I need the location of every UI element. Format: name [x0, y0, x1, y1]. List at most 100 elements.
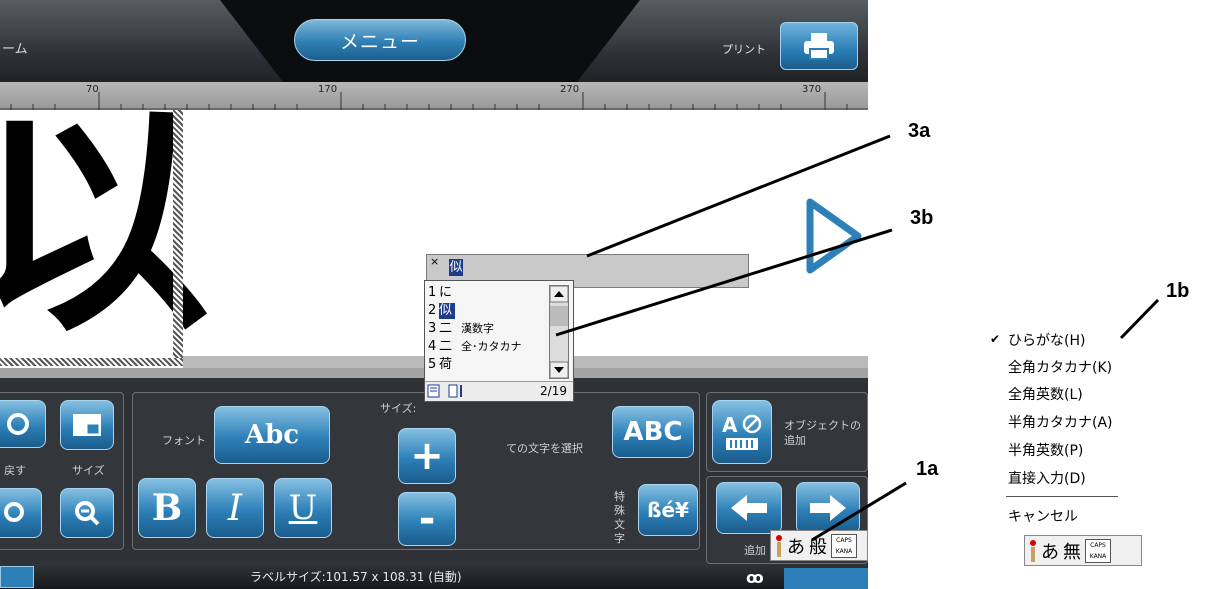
bold-button[interactable]: B: [138, 478, 196, 538]
ime-close-icon[interactable]: ×: [430, 255, 439, 268]
candidate-number: 1: [428, 285, 437, 300]
caps-label: CAPS: [1090, 541, 1106, 549]
top-bar: ーム メニュー プリント: [0, 0, 868, 82]
candidate-item[interactable]: 2似: [428, 303, 455, 319]
candidate-item[interactable]: 4 二全･カタカナ: [428, 339, 522, 355]
print-button[interactable]: [780, 22, 858, 70]
add-object-label: オブジェクトの追加: [784, 419, 861, 447]
font-label: フォント: [162, 434, 206, 447]
caps-kana-indicator: CAPS KANA: [831, 533, 857, 558]
resize-icon: [73, 414, 101, 436]
menu-item-hiragana[interactable]: ひらがな(H): [1008, 330, 1085, 350]
menu-item-fullwidth-katakana[interactable]: 全角カタカナ(K): [1008, 357, 1112, 377]
candidate-item[interactable]: 3 二漢数字: [428, 321, 494, 337]
candidate-number: 2: [428, 303, 437, 318]
candidate-annotation: 全･カタカナ: [461, 340, 522, 353]
size-label: サイズ: [72, 464, 105, 477]
next-arrow-icon[interactable]: [806, 198, 862, 274]
ime-mode-bar[interactable]: あ 般 CAPS KANA: [770, 530, 868, 561]
select-all-button[interactable]: ABC: [612, 406, 694, 458]
resize-button[interactable]: [60, 400, 114, 450]
ime-input-mode[interactable]: あ: [1041, 538, 1059, 564]
caps-kana-indicator: CAPS KANA: [1085, 538, 1111, 563]
printer-icon: [804, 33, 834, 60]
candidate-item[interactable]: 5荷: [428, 357, 455, 373]
undo-icon: [7, 413, 29, 435]
ime-mode-bar-standalone[interactable]: あ 無 CAPS KANA: [1024, 535, 1142, 566]
select-all-label: ての文字を選択: [506, 442, 583, 455]
candidate-char: 二: [439, 321, 453, 336]
editing-toolbar: 戻す サイズ フォント Abc B I U サイズ: + - ての文字を選択 A…: [0, 378, 868, 564]
ime-conversion-mode[interactable]: 般: [809, 533, 827, 559]
add-label: 追加: [744, 544, 766, 557]
label-size-status: ラベルサイズ:101.57 x 108.31 (自動): [250, 570, 462, 584]
previous-button[interactable]: [716, 482, 782, 534]
ime-pen-icon: [1028, 539, 1038, 563]
size-decrease-button[interactable]: -: [398, 492, 456, 546]
undo-button[interactable]: [0, 400, 46, 448]
menu-item-fullwidth-alnum[interactable]: 全角英数(L): [1008, 384, 1083, 404]
candidate-char-selected: 似: [439, 303, 455, 319]
scrollbar-arrows: [549, 285, 569, 379]
ime-mode-menu: ✔ ひらがな(H) 全角カタカナ(K) 全角英数(L) 半角カタカナ(A) 半角…: [986, 324, 1138, 534]
ruler-tick-label: 170: [318, 84, 338, 95]
italic-button[interactable]: I: [206, 478, 264, 538]
callout-3a: 3a: [908, 120, 931, 142]
ruler-tick-label: 370: [802, 84, 822, 95]
candidate-footer: 2/19: [425, 381, 573, 401]
menu-button[interactable]: メニュー: [294, 19, 466, 61]
menu-item-halfwidth-alnum[interactable]: 半角英数(P): [1008, 440, 1083, 460]
size-heading: サイズ:: [380, 402, 417, 415]
tape-icon: ꝏ: [746, 568, 766, 587]
menu-separator: [1006, 496, 1118, 497]
caps-label: CAPS: [836, 536, 852, 544]
candidate-char: 二: [439, 339, 453, 354]
undo-label: 戻す: [4, 464, 26, 477]
object-border: [173, 110, 183, 366]
ime-input-mode[interactable]: あ: [787, 533, 805, 559]
menu-item-halfwidth-katakana[interactable]: 半角カタカナ(A): [1008, 412, 1113, 432]
next-button[interactable]: [796, 482, 860, 534]
arrow-right-icon: [810, 495, 846, 521]
ime-composition-text: 似: [449, 259, 463, 276]
zoom-in-button[interactable]: [0, 488, 42, 538]
status-right-button[interactable]: [784, 568, 868, 589]
add-object-icon: A: [722, 413, 762, 450]
font-button[interactable]: Abc: [214, 406, 330, 464]
size-increase-button[interactable]: +: [398, 428, 456, 484]
kana-label: KANA: [835, 547, 853, 555]
candidate-char: 荷: [439, 357, 453, 372]
ime-conversion-mode[interactable]: 無: [1063, 538, 1081, 564]
zoom-out-icon: [75, 501, 100, 526]
printer-screen: ーム メニュー プリント 70 170 270 370 以 戻す サイズ フォン…: [0, 0, 868, 589]
candidate-annotation: 漢数字: [461, 322, 494, 335]
zoom-out-button[interactable]: [60, 488, 114, 538]
callout-1b: 1b: [1166, 280, 1190, 302]
candidate-scrollbar[interactable]: [549, 285, 569, 379]
ime-candidate-list[interactable]: 1に 2似 3 二漢数字 4 二全･カタカナ 5荷 2/19: [424, 280, 574, 402]
checkmark-icon: ✔: [990, 332, 1001, 346]
callout-1a: 1a: [916, 458, 939, 480]
status-left-button[interactable]: [0, 566, 34, 588]
candidate-number: 4: [428, 339, 437, 354]
ruler-tick-label: 270: [560, 84, 580, 95]
print-label: プリント: [722, 43, 766, 56]
underline-button[interactable]: U: [274, 478, 332, 538]
menu-item-direct-input[interactable]: 直接入力(D): [1008, 468, 1086, 488]
menu-item-cancel[interactable]: キャンセル: [1008, 506, 1078, 526]
object-border: [0, 358, 183, 366]
candidate-number: 5: [428, 357, 437, 372]
zoom-in-icon: [4, 502, 24, 522]
status-bar: ラベルサイズ:101.57 x 108.31 (自動) ꝏ: [0, 564, 868, 589]
candidate-view-icon[interactable]: [427, 383, 467, 401]
home-label[interactable]: ーム: [2, 38, 28, 57]
figure: ーム メニュー プリント 70 170 270 370 以 戻す サイズ フォン…: [0, 0, 1206, 589]
special-chars-button[interactable]: ßé¥: [638, 484, 698, 536]
arrow-left-icon: [731, 495, 767, 521]
add-object-button[interactable]: A: [712, 400, 772, 464]
candidate-page-indicator: 2/19: [540, 384, 567, 398]
candidate-char: に: [439, 285, 453, 300]
candidate-item[interactable]: 1に: [428, 285, 455, 301]
special-chars-label: 特殊文字: [614, 490, 625, 545]
kana-label: KANA: [1089, 552, 1107, 560]
